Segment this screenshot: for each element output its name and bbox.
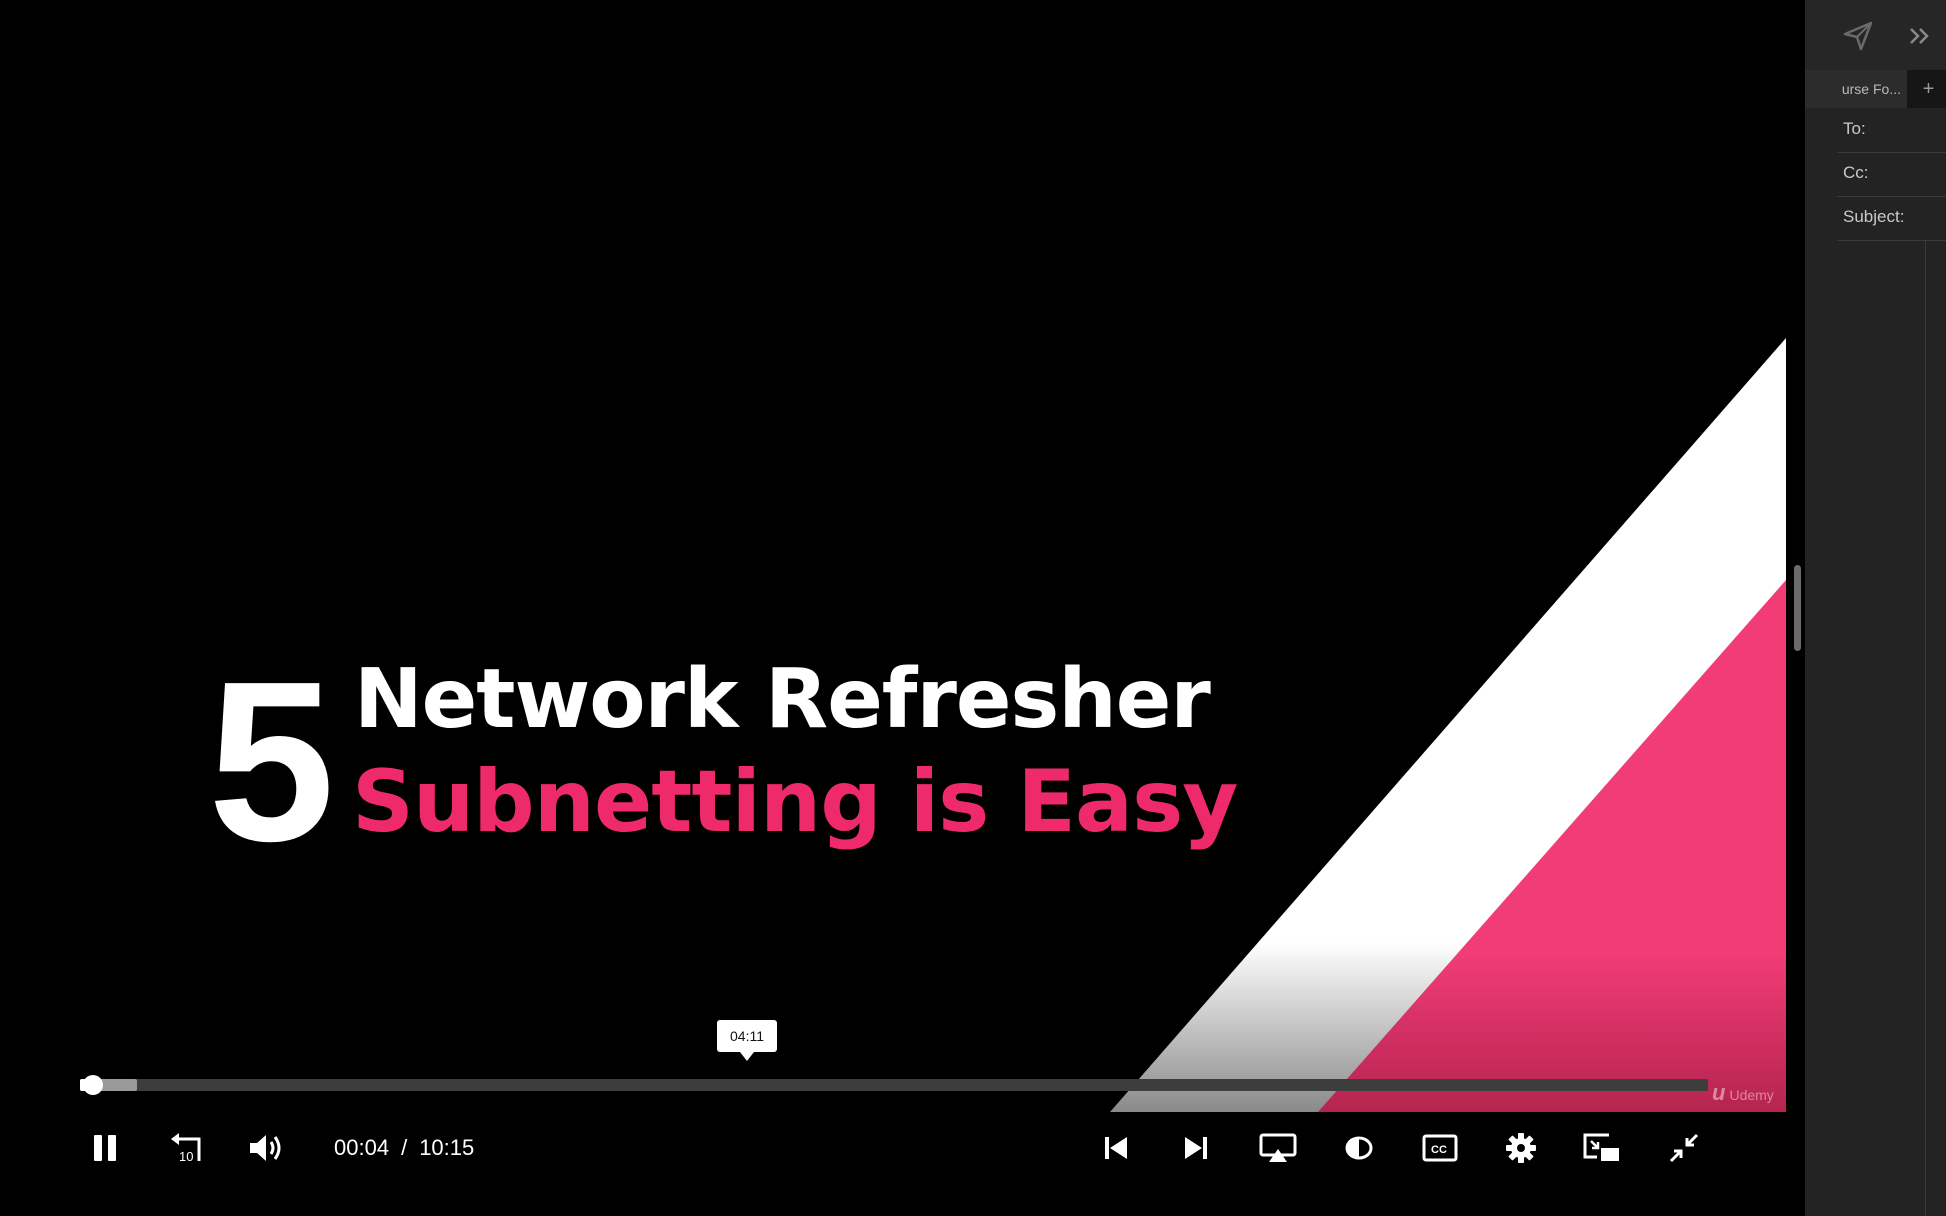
- next-icon: [1185, 1137, 1207, 1159]
- compose-tab[interactable]: urse Fo...: [1805, 70, 1907, 108]
- cc-label: Cc:: [1843, 163, 1869, 182]
- compose-body-divider: [1925, 240, 1926, 1216]
- volume-button[interactable]: [244, 1128, 290, 1168]
- pause-icon: [94, 1135, 116, 1161]
- subject-label: Subject:: [1843, 207, 1905, 226]
- settings-button[interactable]: [1498, 1128, 1544, 1168]
- theater-mode-button[interactable]: [1336, 1128, 1382, 1168]
- rewind-10-icon: 10: [171, 1133, 201, 1164]
- theater-mode-icon: [1345, 1136, 1373, 1160]
- video-player[interactable]: 5 Network Refresher Subnetting is Easy u…: [0, 0, 1805, 1216]
- cc-field[interactable]: Cc:: [1837, 152, 1946, 197]
- settings-icon: [1506, 1133, 1536, 1163]
- time-display: 00:04 / 10:15: [334, 1134, 474, 1162]
- airplay-button[interactable]: [1255, 1128, 1301, 1168]
- to-field[interactable]: To:: [1837, 108, 1946, 153]
- scrollbar-thumb[interactable]: [1794, 565, 1801, 651]
- seek-time-tooltip: 04:11: [717, 1020, 777, 1061]
- expand-toolbar-button[interactable]: [1905, 20, 1935, 52]
- captions-icon: CC: [1422, 1134, 1458, 1162]
- seek-bar[interactable]: [80, 1079, 1708, 1091]
- video-frame: 5 Network Refresher Subnetting is Easy u…: [0, 0, 1805, 1112]
- compose-tab-bar: urse Fo... +: [1805, 70, 1946, 108]
- current-time: 00:04: [334, 1135, 390, 1160]
- airplay-icon: [1259, 1133, 1297, 1162]
- svg-text:10: 10: [179, 1149, 193, 1164]
- subject-field[interactable]: Subject:: [1837, 196, 1946, 241]
- slide-subtitle: Subnetting is Easy: [352, 752, 1238, 852]
- pause-button[interactable]: [82, 1128, 128, 1168]
- compose-toolbar: [1805, 0, 1946, 70]
- send-icon: [1843, 21, 1873, 51]
- email-compose-panel: urse Fo... + To: Cc: Subject:: [1805, 0, 1946, 1216]
- compose-tab-label: urse Fo...: [1841, 81, 1901, 97]
- rewind-10-button[interactable]: 10: [164, 1128, 210, 1168]
- next-button[interactable]: [1173, 1128, 1219, 1168]
- volume-icon: [250, 1135, 281, 1161]
- slide-title: Network Refresher: [354, 652, 1211, 747]
- svg-text:CC: CC: [1431, 1144, 1447, 1156]
- exit-fullscreen-icon: [1669, 1133, 1699, 1163]
- slide-graphic: [1110, 338, 1786, 1112]
- double-chevron-right-icon: [1910, 28, 1929, 44]
- to-label: To:: [1843, 119, 1866, 138]
- udemy-watermark: u Udemy: [1712, 1080, 1774, 1105]
- picture-in-picture-icon: [1583, 1133, 1619, 1161]
- send-button[interactable]: [1841, 20, 1875, 52]
- previous-button[interactable]: [1093, 1128, 1139, 1168]
- time-separator: /: [401, 1135, 408, 1160]
- captions-button[interactable]: CC: [1417, 1128, 1463, 1168]
- seek-handle[interactable]: [83, 1075, 103, 1095]
- add-tab-button[interactable]: +: [1911, 70, 1946, 108]
- exit-fullscreen-button[interactable]: [1661, 1128, 1707, 1168]
- picture-in-picture-button[interactable]: [1579, 1128, 1625, 1168]
- previous-icon: [1105, 1137, 1127, 1159]
- slide-number: 5: [208, 635, 335, 889]
- duration: 10:15: [419, 1135, 475, 1160]
